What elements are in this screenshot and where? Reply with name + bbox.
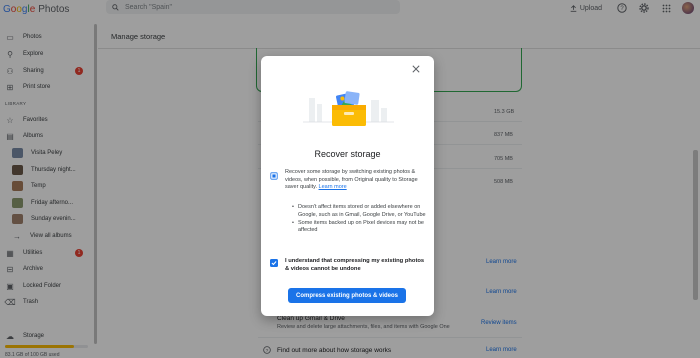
compress-icon (270, 172, 278, 180)
bullet-item: Some items backed up on Pixel devices ma… (292, 220, 427, 235)
description-learn-more-link[interactable]: Learn more (319, 184, 347, 190)
recover-storage-dialog: Recover storage Recover some storage by … (261, 56, 434, 316)
compress-button[interactable]: Compress existing photos & videos (288, 288, 406, 303)
dialog-description: Recover some storage by switching existi… (285, 169, 425, 192)
bullet-item: Doesn't affect items stored or added els… (292, 204, 427, 219)
dialog-bullet-list: Doesn't affect items stored or added els… (292, 204, 427, 235)
confirm-checkbox[interactable] (270, 259, 278, 267)
checkmark-icon (271, 261, 277, 266)
description-text: Recover some storage by switching existi… (285, 169, 418, 190)
storage-illustration-icon (303, 91, 394, 126)
close-icon[interactable] (412, 65, 420, 73)
confirm-checkbox-label[interactable]: I understand that compressing my existin… (285, 258, 427, 273)
dialog-title: Recover storage (314, 149, 381, 159)
